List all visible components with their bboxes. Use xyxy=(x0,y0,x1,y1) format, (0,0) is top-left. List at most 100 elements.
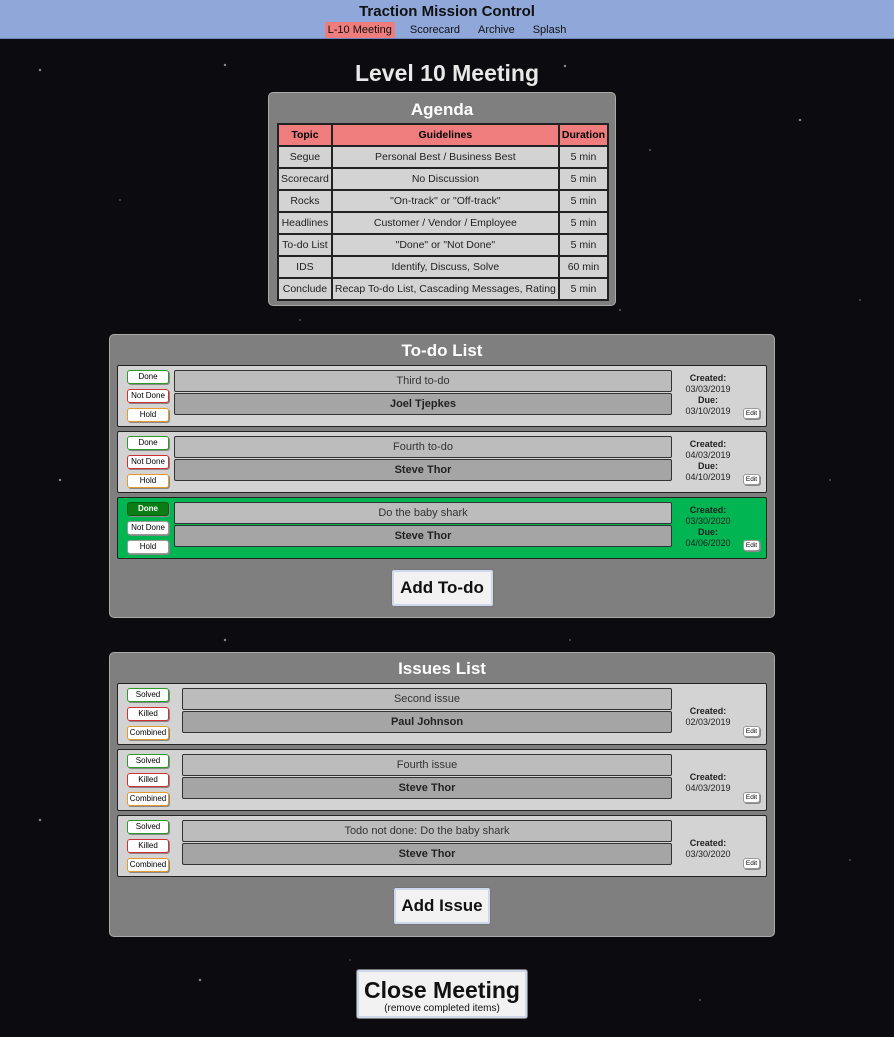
agenda-guideline: "Done" or "Not Done" xyxy=(330,233,560,257)
agenda-col-topic: Topic xyxy=(277,123,333,147)
edit-button[interactable]: Edit xyxy=(743,540,760,551)
agenda-duration: 5 min xyxy=(557,145,610,169)
issue-item: Solved Killed Combined Fourth issue Stev… xyxy=(117,749,767,811)
killed-button[interactable]: Killed xyxy=(127,839,169,853)
solved-button[interactable]: Solved xyxy=(127,688,169,702)
edit-button[interactable]: Edit xyxy=(743,726,760,737)
agenda-panel: Agenda Topic Guidelines Duration Segue Pe… xyxy=(268,92,616,306)
solved-button[interactable]: Solved xyxy=(127,754,169,768)
agenda-duration: 5 min xyxy=(557,277,610,301)
todo-title-text: Third to-do xyxy=(174,370,672,392)
not-done-button[interactable]: Not Done xyxy=(127,389,169,403)
agenda-guideline: Personal Best / Business Best xyxy=(330,145,560,169)
edit-button[interactable]: Edit xyxy=(743,474,760,485)
todo-title: To-do List xyxy=(401,341,483,360)
solved-button[interactable]: Solved xyxy=(127,820,169,834)
due-date: 04/10/2019 xyxy=(685,472,731,482)
created-label: Created: xyxy=(689,706,727,716)
done-button[interactable]: Done xyxy=(127,502,169,516)
agenda-row: Scorecard No Discussion 5 min xyxy=(277,167,610,191)
done-button[interactable]: Done xyxy=(127,436,169,450)
todo-content: Fourth to-do Steve Thor xyxy=(174,436,672,488)
main-nav: L-10 Meeting Scorecard Archive Splash xyxy=(0,22,894,38)
todo-title-text: Do the baby shark xyxy=(174,502,672,524)
created-date: 04/03/2019 xyxy=(685,783,731,793)
todo-item: Done Not Done Hold Fourth to-do Steve Th… xyxy=(117,431,767,493)
page-title: Level 10 Meeting xyxy=(354,60,540,86)
edit-button[interactable]: Edit xyxy=(743,858,760,869)
issue-status-buttons: Solved Killed Combined xyxy=(122,688,182,740)
created-date: 03/30/2020 xyxy=(685,516,731,526)
issue-content: Second issue Paul Johnson xyxy=(182,688,672,740)
agenda-row: Segue Personal Best / Business Best 5 min xyxy=(277,145,610,169)
agenda-duration: 60 min xyxy=(557,255,610,279)
agenda-guideline: Customer / Vendor / Employee xyxy=(330,211,560,235)
agenda-topic: Headlines xyxy=(277,211,333,235)
todo-owner: Joel Tjepkes xyxy=(174,393,672,415)
agenda-header-row: Topic Guidelines Duration xyxy=(277,123,610,147)
agenda-duration: 5 min xyxy=(557,167,610,191)
created-label: Created: xyxy=(689,838,727,848)
issue-title-text: Fourth issue xyxy=(182,754,672,776)
todo-item: Done Not Done Hold Third to-do Joel Tjep… xyxy=(117,365,767,427)
combined-button[interactable]: Combined xyxy=(127,792,169,806)
todo-status-buttons: Done Not Done Hold xyxy=(122,502,174,554)
close-meeting-label: Close Meeting xyxy=(364,977,520,1003)
close-meeting-button[interactable]: Close Meeting (remove completed items) xyxy=(356,969,528,1019)
killed-button[interactable]: Killed xyxy=(127,707,169,721)
agenda-duration: 5 min xyxy=(557,189,610,213)
created-date: 02/03/2019 xyxy=(685,717,731,727)
issue-item: Solved Killed Combined Second issue Paul… xyxy=(117,683,767,745)
due-label: Due: xyxy=(698,461,718,471)
done-button[interactable]: Done xyxy=(127,370,169,384)
agenda-topic: Rocks xyxy=(277,189,333,213)
todo-content: Third to-do Joel Tjepkes xyxy=(174,370,672,422)
todo-content: Do the baby shark Steve Thor xyxy=(174,502,672,554)
not-done-button[interactable]: Not Done xyxy=(127,521,169,535)
not-done-button[interactable]: Not Done xyxy=(127,455,169,469)
hold-button[interactable]: Hold xyxy=(127,474,169,488)
issue-dates: Created: 02/03/2019 Edit xyxy=(672,688,762,740)
add-issue-button[interactable]: Add Issue xyxy=(393,887,491,925)
created-label: Created: xyxy=(689,505,727,515)
issue-item: Solved Killed Combined Todo not done: Do… xyxy=(117,815,767,877)
agenda-row: Conclude Recap To-do List, Cascading Mess… xyxy=(277,277,610,301)
agenda-duration: 5 min xyxy=(557,233,610,257)
agenda-col-duration: Duration xyxy=(557,123,610,147)
issue-status-buttons: Solved Killed Combined xyxy=(122,820,182,872)
agenda-guideline: No Discussion xyxy=(330,167,560,191)
edit-button[interactable]: Edit xyxy=(743,408,760,419)
due-label: Due: xyxy=(698,527,718,537)
agenda-guideline: "On-track" or "Off-track" xyxy=(330,189,560,213)
add-todo-button[interactable]: Add To-do xyxy=(390,569,494,607)
created-label: Created: xyxy=(689,373,727,383)
killed-button[interactable]: Killed xyxy=(127,773,169,787)
created-label: Created: xyxy=(689,439,727,449)
nav-scorecard[interactable]: Scorecard xyxy=(407,22,463,38)
due-label: Due: xyxy=(698,395,718,405)
nav-l10-meeting[interactable]: L-10 Meeting xyxy=(324,22,395,38)
issue-status-buttons: Solved Killed Combined xyxy=(122,754,182,806)
nav-archive[interactable]: Archive xyxy=(475,22,518,38)
combined-button[interactable]: Combined xyxy=(127,726,169,740)
agenda-row: IDS Identify, Discuss, Solve 60 min xyxy=(277,255,610,279)
due-date: 04/06/2020 xyxy=(685,538,731,548)
agenda-title: Agenda xyxy=(410,100,474,119)
edit-button[interactable]: Edit xyxy=(743,792,760,803)
issue-owner: Steve Thor xyxy=(182,777,672,799)
combined-button[interactable]: Combined xyxy=(127,858,169,872)
close-meeting-sublabel: (remove completed items) xyxy=(384,1003,500,1014)
issue-dates: Created: 04/03/2019 Edit xyxy=(672,754,762,806)
hold-button[interactable]: Hold xyxy=(127,540,169,554)
issues-title: Issues List xyxy=(398,659,486,678)
hold-button[interactable]: Hold xyxy=(127,408,169,422)
agenda-duration: 5 min xyxy=(557,211,610,235)
issue-owner: Steve Thor xyxy=(182,843,672,865)
issue-dates: Created: 03/30/2020 Edit xyxy=(672,820,762,872)
top-header: Traction Mission Control L-10 Meeting Sc… xyxy=(0,0,894,39)
nav-splash[interactable]: Splash xyxy=(530,22,570,38)
issue-title-text: Second issue xyxy=(182,688,672,710)
todo-status-buttons: Done Not Done Hold xyxy=(122,370,174,422)
agenda-topic: Scorecard xyxy=(277,167,333,191)
todo-owner: Steve Thor xyxy=(174,525,672,547)
